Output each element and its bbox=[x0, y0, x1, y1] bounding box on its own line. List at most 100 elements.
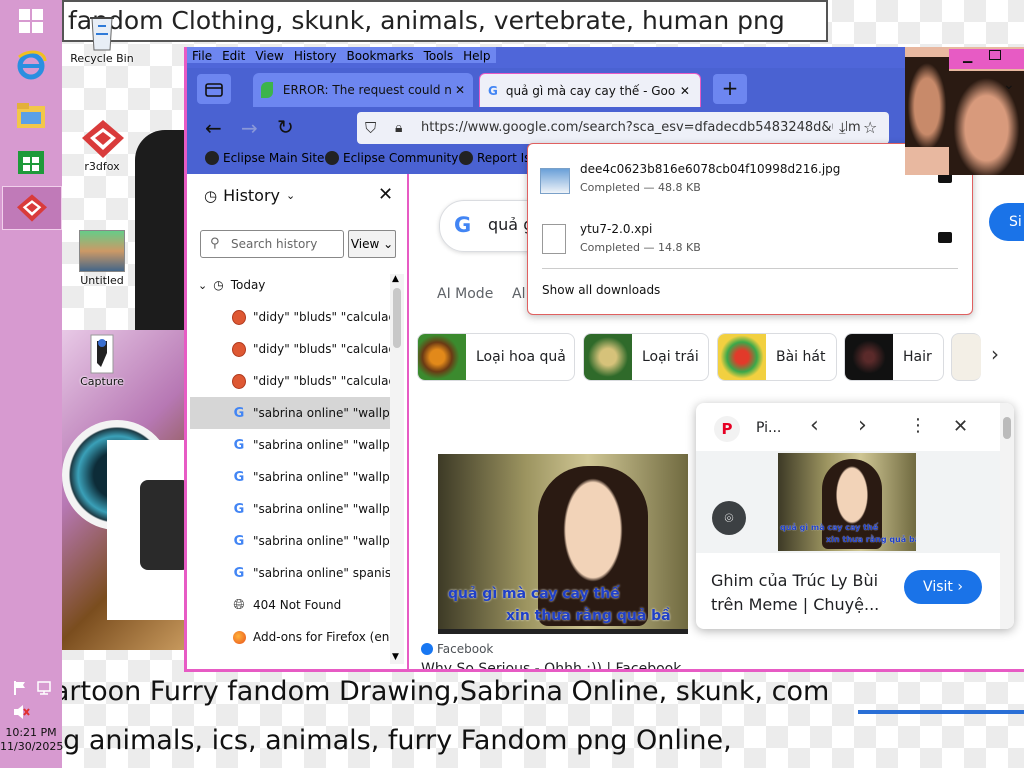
tab-overview-button[interactable] bbox=[197, 74, 231, 104]
history-item[interactable]: G "sabrina online" "wallpape bbox=[190, 429, 390, 461]
tab-close-icon[interactable]: ✕ bbox=[455, 83, 465, 97]
history-item[interactable]: "didy" "bluds" "calculador bbox=[190, 301, 390, 333]
volume-muted-icon[interactable] bbox=[12, 704, 30, 720]
result-image[interactable]: quả gì mà cay cay thế xin thưa rằng quả … bbox=[438, 454, 688, 634]
bookmark-eclipse-main[interactable]: Eclipse Main Site bbox=[205, 151, 324, 165]
shield-icon[interactable]: ⛉ bbox=[365, 112, 376, 144]
chip-hair[interactable]: Hair bbox=[844, 333, 944, 381]
visit-button[interactable]: Visit › bbox=[904, 570, 982, 604]
menu-tools[interactable]: Tools bbox=[418, 47, 459, 63]
scrollbar-thumb[interactable] bbox=[393, 288, 401, 348]
bookmark-star-icon[interactable]: ☆ bbox=[863, 112, 878, 144]
history-group-today[interactable]: ⌄ ◷ Today bbox=[190, 269, 390, 301]
menu-file[interactable]: File bbox=[187, 47, 218, 63]
taskbar-internet-explorer[interactable] bbox=[9, 44, 53, 86]
navigation-bar: ← → ↻ ⛉ 🔒︎ https://www.google.com/search… bbox=[187, 110, 1024, 146]
preview-title[interactable]: Ghim của Trúc Ly Bùi trên Meme | Chuyệ..… bbox=[711, 569, 891, 617]
firefox-icon bbox=[232, 630, 246, 644]
scroll-down-icon[interactable]: ▼ bbox=[392, 652, 399, 662]
chip-more[interactable] bbox=[951, 333, 981, 381]
save-to-pocket-icon[interactable]: ⤓ bbox=[833, 112, 846, 144]
show-all-downloads-link[interactable]: Show all downloads bbox=[542, 283, 660, 297]
more-options-icon[interactable]: ⋮ bbox=[909, 415, 927, 436]
scrollbar-thumb[interactable] bbox=[1003, 417, 1011, 439]
minimize-button[interactable]: ▁ bbox=[963, 49, 972, 63]
folder-icon[interactable] bbox=[938, 232, 952, 243]
menu-history[interactable]: History bbox=[288, 47, 342, 63]
previous-button[interactable]: ‹ bbox=[810, 413, 819, 438]
sign-in-button[interactable]: Si bbox=[989, 203, 1024, 241]
history-item[interactable]: G "sabrina online" "wallpape bbox=[190, 525, 390, 557]
history-group-label: Today bbox=[230, 278, 266, 292]
download-item[interactable]: ytu7-2.0.xpi Completed — 14.8 KB bbox=[538, 212, 962, 264]
desktop-icon-recycle-bin[interactable]: Recycle Bin bbox=[62, 10, 142, 65]
desktop-icon-label: r3dfox bbox=[84, 160, 120, 173]
scroll-up-icon[interactable]: ▲ bbox=[392, 274, 399, 284]
desktop-icon-r3dfox[interactable]: r3dfox bbox=[62, 118, 142, 173]
taskbar-store[interactable] bbox=[9, 140, 53, 182]
history-item-title: "sabrina online" "wallpape bbox=[253, 534, 390, 548]
taskbar-r3dfox[interactable] bbox=[2, 186, 62, 230]
next-button[interactable]: › bbox=[858, 413, 867, 438]
desktop-icon-untitled[interactable]: Untitled bbox=[62, 230, 142, 287]
tab-close-icon[interactable]: ✕ bbox=[680, 84, 690, 98]
download-item[interactable]: dee4c0623b816e6078cb04f10998d216.jpg Com… bbox=[538, 152, 962, 204]
chip-loai-trai[interactable]: Loại trái bbox=[583, 333, 709, 381]
google-icon: G bbox=[488, 83, 498, 98]
history-item[interactable]: G "sabrina online" "wallpape bbox=[190, 493, 390, 525]
forward-button[interactable]: → bbox=[241, 116, 258, 140]
tab-title: ERROR: The request could not b bbox=[282, 83, 451, 97]
menu-view[interactable]: View bbox=[250, 47, 289, 63]
bookmark-report-issue[interactable]: Report Is bbox=[459, 151, 530, 165]
history-item[interactable]: "didy" "bluds" "calculador bbox=[190, 365, 390, 397]
menu-edit[interactable]: Edit bbox=[217, 47, 251, 63]
history-item[interactable]: G "sabrina online" "wallpape bbox=[190, 461, 390, 493]
facebook-icon bbox=[421, 643, 433, 655]
url-bar[interactable]: ⛉ 🔒︎ https://www.google.com/search?sca_e… bbox=[357, 112, 889, 144]
chip-loai-hoa-qua[interactable]: Loại hoa quả bbox=[417, 333, 575, 381]
lock-icon[interactable]: 🔒︎ bbox=[395, 112, 402, 144]
history-item[interactable]: G "sabrina online" spanish - bbox=[190, 557, 390, 589]
tab-error[interactable]: ERROR: The request could not b ✕ bbox=[253, 73, 473, 107]
bookmark-eclipse-community[interactable]: Eclipse Community bbox=[325, 151, 458, 165]
network-icon[interactable] bbox=[36, 680, 54, 696]
menu-bookmarks[interactable]: Bookmarks bbox=[341, 47, 419, 63]
result-title[interactable]: Why So Serious - Ohhh :)) | Facebook bbox=[421, 661, 681, 669]
preview-caption-2: xin thưa rằng quả bầ bbox=[826, 535, 916, 544]
preview-scrollbar[interactable] bbox=[1000, 403, 1014, 629]
back-button[interactable]: ← bbox=[205, 116, 222, 140]
clock-date: 11/30/2025 bbox=[0, 740, 64, 753]
duckduckgo-icon bbox=[232, 373, 246, 389]
lens-button[interactable]: ⌾ bbox=[712, 501, 746, 535]
tab-ai-mode[interactable]: AI Mode bbox=[437, 286, 493, 302]
menu-help[interactable]: Help bbox=[458, 47, 496, 63]
start-button[interactable] bbox=[9, 0, 53, 42]
github-icon bbox=[459, 151, 473, 165]
flag-icon[interactable] bbox=[12, 680, 28, 696]
preview-image[interactable]: quả gì mà cay cay thế xin thưa rằng quả … bbox=[778, 453, 916, 551]
reload-button[interactable]: ↻ bbox=[277, 115, 294, 139]
chevron-right-icon[interactable]: › bbox=[991, 342, 999, 366]
new-tab-button[interactable]: + bbox=[713, 74, 747, 104]
history-item[interactable]: G "sabrina online" "wallpape bbox=[190, 397, 390, 429]
chevron-down-icon[interactable]: ⌄ bbox=[1003, 77, 1015, 93]
tab-google-search[interactable]: G quả gì mà cay cay thế - Google ✕ bbox=[479, 73, 701, 107]
taskbar-file-explorer[interactable] bbox=[9, 94, 53, 136]
result-source[interactable]: Facebook bbox=[421, 642, 493, 656]
history-item[interactable]: 🌐︎ 404 Not Found bbox=[190, 589, 390, 621]
maximize-button[interactable] bbox=[989, 50, 1001, 60]
close-sidebar-button[interactable]: ✕ bbox=[378, 184, 393, 205]
close-icon[interactable]: ✕ bbox=[953, 416, 968, 437]
taskbar-clock[interactable]: 10:21 PM 11/30/2025 bbox=[0, 726, 64, 754]
sidebar-switcher[interactable]: ◷ History ⌄ bbox=[204, 186, 295, 205]
tab-all[interactable]: Al bbox=[512, 286, 525, 302]
history-item[interactable]: "didy" "bluds" "calculador bbox=[190, 333, 390, 365]
file-icon bbox=[542, 224, 566, 254]
sidebar-scrollbar[interactable]: ▲ ▼ bbox=[390, 274, 404, 664]
desktop-icon-capture[interactable]: Capture bbox=[62, 333, 142, 388]
history-item[interactable]: Add-ons for Firefox (en-US bbox=[190, 621, 390, 653]
image-file-icon bbox=[79, 230, 125, 272]
chip-bai-hat[interactable]: Bài hát bbox=[717, 333, 837, 381]
view-dropdown-button[interactable]: View ⌄ bbox=[348, 230, 396, 258]
search-history-input[interactable]: ⚲ Search history bbox=[200, 230, 344, 258]
